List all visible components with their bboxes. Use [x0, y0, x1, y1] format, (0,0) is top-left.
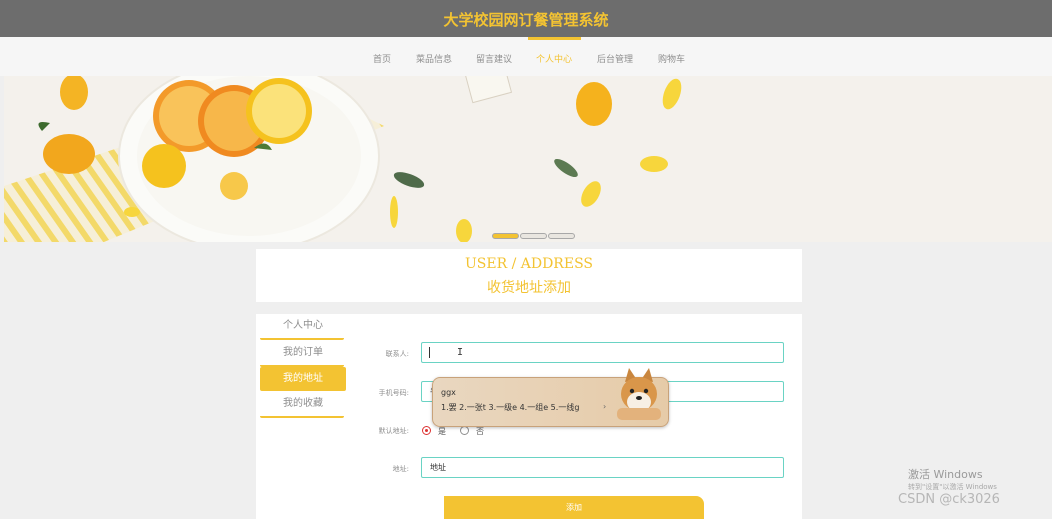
sidebar-item-my-orders[interactable]: 我的订单 — [260, 341, 346, 365]
ime-next-page-icon[interactable]: › — [603, 402, 606, 411]
main-nav: 首页 菜品信息 留言建议 个人中心 后台管理 购物车 — [0, 37, 1052, 76]
ime-composition: ggx — [441, 388, 456, 397]
default-yes-label: 是 — [438, 427, 446, 436]
nav-cart[interactable]: 购物车 — [658, 52, 685, 65]
contact-label: 联系人: — [385, 350, 409, 358]
carousel-dots — [492, 224, 576, 242]
nav-active-indicator — [528, 37, 581, 40]
page-heading-zh: 收货地址添加 — [487, 280, 571, 296]
sidebar-item-my-address[interactable]: 我的地址 — [260, 367, 346, 391]
text-caret — [429, 347, 430, 358]
nav-messages[interactable]: 留言建议 — [476, 52, 512, 65]
page-heading-en: USER / ADDRESS — [464, 256, 594, 272]
address-input[interactable]: 地址 — [421, 457, 784, 478]
phone-label: 手机号码: — [378, 389, 409, 397]
contact-input[interactable] — [421, 342, 784, 363]
sidebar-divider — [260, 338, 344, 340]
sidebar-divider — [260, 416, 344, 418]
default-yes-radio[interactable] — [422, 426, 431, 435]
ime-candidate-list[interactable]: 1.罢 2.一张t 3.一级e 4.一组e 5.一线g — [441, 402, 579, 413]
site-title: 大学校园网订餐管理系统 — [443, 11, 609, 29]
banner-carousel — [4, 76, 1052, 242]
csdn-watermark: CSDN @ck3026 — [898, 492, 1000, 507]
sidebar-item-personal-center[interactable]: 个人中心 — [260, 314, 346, 338]
top-header: 大学校园网订餐管理系统 — [0, 0, 1052, 37]
nav-home[interactable]: 首页 — [373, 52, 391, 65]
nav-admin[interactable]: 后台管理 — [597, 52, 633, 65]
activate-windows-hint: 转到"设置"以激活 Windows — [908, 483, 997, 491]
address-label: 地址: — [392, 465, 409, 473]
default-no-label: 否 — [476, 427, 484, 436]
carousel-dot-2[interactable] — [520, 233, 547, 239]
activate-windows-title: 激活 Windows — [908, 468, 983, 481]
carousel-dot-3[interactable] — [548, 233, 575, 239]
nav-personal-center[interactable]: 个人中心 — [536, 52, 572, 65]
text-cursor-icon: I — [457, 347, 464, 358]
default-address-label: 默认地址: — [378, 427, 409, 435]
page-heading-panel: USER / ADDRESS 收货地址添加 — [256, 249, 802, 302]
carousel-dot-1[interactable] — [492, 233, 519, 239]
banner-image — [4, 76, 1052, 242]
default-no-radio[interactable] — [460, 426, 469, 435]
sidebar-item-my-favorites[interactable]: 我的收藏 — [260, 392, 346, 416]
dog-mascot-icon — [617, 368, 661, 420]
add-button[interactable]: 添加 — [444, 496, 704, 519]
ime-candidate-popup: ggx 1.罢 2.一张t 3.一级e 4.一组e 5.一线g › — [432, 368, 669, 427]
nav-dishes[interactable]: 菜品信息 — [416, 52, 452, 65]
